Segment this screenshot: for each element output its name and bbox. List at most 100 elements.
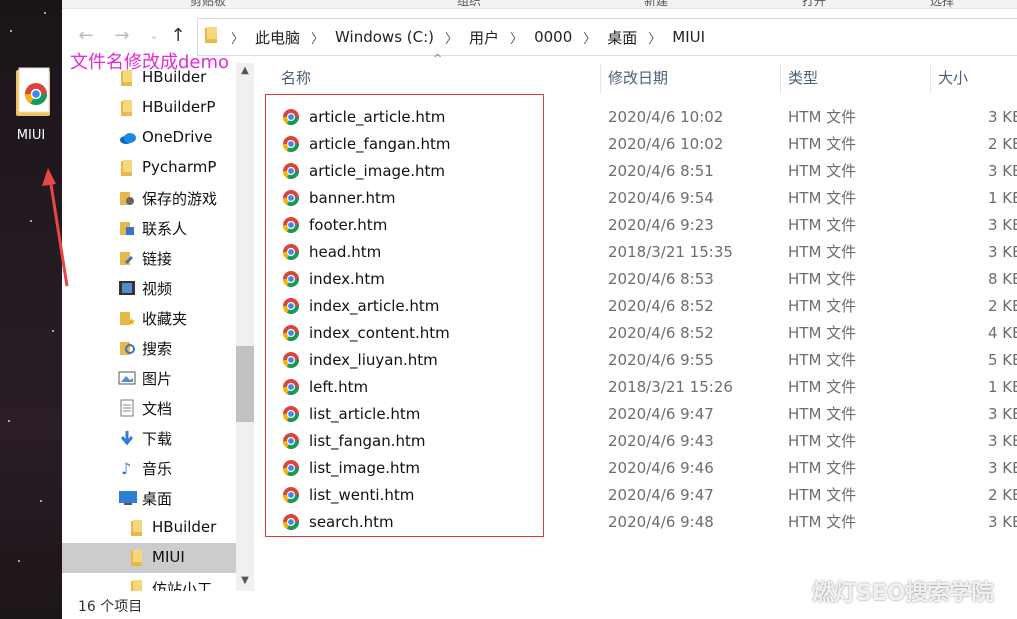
back-arrow-icon[interactable]: ← [74, 24, 98, 48]
svg-text:♪: ♪ [121, 459, 131, 477]
ribbon-group-select: 选择 [930, 0, 955, 8]
nav-item-10[interactable]: 图片 [62, 363, 237, 393]
desktop-icon [118, 489, 137, 507]
breadcrumb-separator-icon[interactable]: 〉 [306, 28, 329, 47]
folder-icon [128, 579, 146, 591]
nav-item-2[interactable]: OneDrive [62, 123, 237, 153]
file-size: 1 KB [988, 189, 1017, 207]
breadcrumb-separator-icon[interactable]: 〉 [505, 28, 528, 47]
nav-item-15[interactable]: HBuilder [62, 513, 237, 543]
address-bar[interactable]: 〉 此电脑 〉 Windows (C:) 〉 用户 〉 0000 〉 桌面 〉 … [197, 18, 1017, 56]
nav-item-14[interactable]: 桌面 [62, 483, 237, 513]
nav-item-label: 收藏夹 [142, 310, 188, 328]
file-size: 3 KB [988, 459, 1017, 477]
pictures-icon [118, 369, 136, 387]
forward-arrow-icon[interactable]: → [110, 24, 134, 48]
desktop-miui-folder-icon[interactable] [14, 66, 54, 118]
recent-locations-chevron-icon[interactable]: ⌄ [142, 24, 166, 48]
nav-item-label: 图片 [142, 370, 173, 388]
breadcrumb-desktop[interactable]: 桌面 [601, 27, 643, 48]
nav-item-label: 视频 [142, 280, 173, 298]
file-type: HTM 文件 [788, 189, 857, 207]
column-divider[interactable] [600, 64, 601, 94]
scroll-up-arrow-icon[interactable]: ▲ [236, 63, 254, 79]
nav-item-5[interactable]: 联系人 [62, 213, 237, 243]
file-type: HTM 文件 [788, 243, 857, 261]
file-type: HTM 文件 [788, 297, 857, 315]
column-divider[interactable] [780, 64, 781, 94]
breadcrumb-user-0000[interactable]: 0000 [528, 28, 578, 46]
column-header-size[interactable]: 大小 [938, 58, 968, 98]
column-header-type[interactable]: 类型 [788, 58, 818, 98]
nav-item-label: 链接 [142, 250, 173, 268]
nav-item-17[interactable]: 仿站小工 [62, 573, 237, 591]
file-type: HTM 文件 [788, 216, 857, 234]
file-size: 3 KB [988, 513, 1017, 531]
music-icon: ♪ [118, 459, 136, 478]
file-type: HTM 文件 [788, 270, 857, 288]
file-date: 2020/4/6 9:46 [608, 459, 714, 477]
file-type: HTM 文件 [788, 378, 857, 396]
up-arrow-icon[interactable]: ↑ [166, 24, 190, 48]
nav-item-12[interactable]: 下载 [62, 423, 237, 453]
file-date: 2020/4/6 8:52 [608, 297, 714, 315]
breadcrumb-separator-icon[interactable]: 〉 [226, 28, 249, 47]
folder-icon [118, 159, 136, 177]
download-icon [118, 429, 136, 447]
nav-item-8[interactable]: ★ 收藏夹 [62, 303, 237, 333]
nav-item-16[interactable]: MIUI [62, 543, 237, 573]
breadcrumb-this-pc[interactable]: 此电脑 [249, 27, 306, 48]
nav-item-3[interactable]: PycharmP [62, 153, 237, 183]
folder-icon [128, 549, 146, 567]
nav-item-1[interactable]: HBuilderP [62, 93, 237, 123]
saved-games-icon [118, 189, 136, 207]
video-icon [118, 279, 136, 297]
nav-item-label: MIUI [152, 548, 185, 566]
file-type: HTM 文件 [788, 135, 857, 153]
file-date: 2020/4/6 10:02 [608, 108, 724, 126]
column-header-name[interactable]: 名称 [281, 58, 311, 98]
breadcrumb-separator-icon[interactable]: 〉 [440, 28, 463, 47]
folder-icon [118, 99, 136, 117]
ribbon-group-open: 打开 [802, 0, 827, 8]
nav-item-label: HBuilderP [142, 98, 216, 116]
search-icon [118, 339, 136, 357]
nav-item-label: 桌面 [142, 490, 173, 508]
file-date: 2020/4/6 9:55 [608, 351, 714, 369]
breadcrumb-separator-icon[interactable]: 〉 [578, 28, 601, 47]
folder-icon [128, 519, 146, 537]
scroll-down-arrow-icon[interactable]: ▼ [236, 573, 254, 589]
nav-item-13[interactable]: ♪ 音乐 [62, 453, 237, 483]
nav-item-label: HBuilder [152, 518, 217, 536]
breadcrumb: 〉 此电脑 〉 Windows (C:) 〉 用户 〉 0000 〉 桌面 〉 … [198, 19, 711, 55]
file-date: 2018/3/21 15:26 [608, 378, 733, 396]
nav-item-label: 下载 [142, 430, 173, 448]
breadcrumb-separator-icon[interactable]: 〉 [643, 28, 666, 47]
breadcrumb-users[interactable]: 用户 [463, 27, 505, 48]
ribbon-group-organize: 组织 [457, 0, 482, 8]
ribbon-group-clipboard: 剪贴板 [190, 0, 227, 8]
nav-scrollbar-track[interactable] [236, 63, 254, 591]
nav-scrollbar-thumb[interactable] [236, 346, 254, 422]
file-size: 3 KB [988, 162, 1017, 180]
file-size: 5 KB [988, 351, 1017, 369]
file-date: 2020/4/6 9:47 [608, 405, 714, 423]
sort-ascending-icon: ^ [433, 52, 443, 65]
nav-item-label: 联系人 [142, 220, 188, 238]
file-size: 3 KB [988, 216, 1017, 234]
file-date: 2020/4/6 8:51 [608, 162, 714, 180]
breadcrumb-miui[interactable]: MIUI [666, 28, 711, 46]
nav-item-7[interactable]: 视频 [62, 273, 237, 303]
nav-item-label: 音乐 [142, 460, 173, 478]
nav-item-4[interactable]: 保存的游戏 [62, 183, 237, 213]
nav-item-11[interactable]: 文档 [62, 393, 237, 423]
nav-item-6[interactable]: 链接 [62, 243, 237, 273]
highlight-box [265, 94, 544, 537]
breadcrumb-drive-c[interactable]: Windows (C:) [329, 28, 440, 46]
file-date: 2018/3/21 15:35 [608, 243, 733, 261]
column-header-date[interactable]: 修改日期 [608, 58, 668, 98]
column-divider[interactable] [930, 64, 931, 94]
nav-item-9[interactable]: 搜索 [62, 333, 237, 363]
file-type: HTM 文件 [788, 432, 857, 450]
file-type: HTM 文件 [788, 513, 857, 531]
